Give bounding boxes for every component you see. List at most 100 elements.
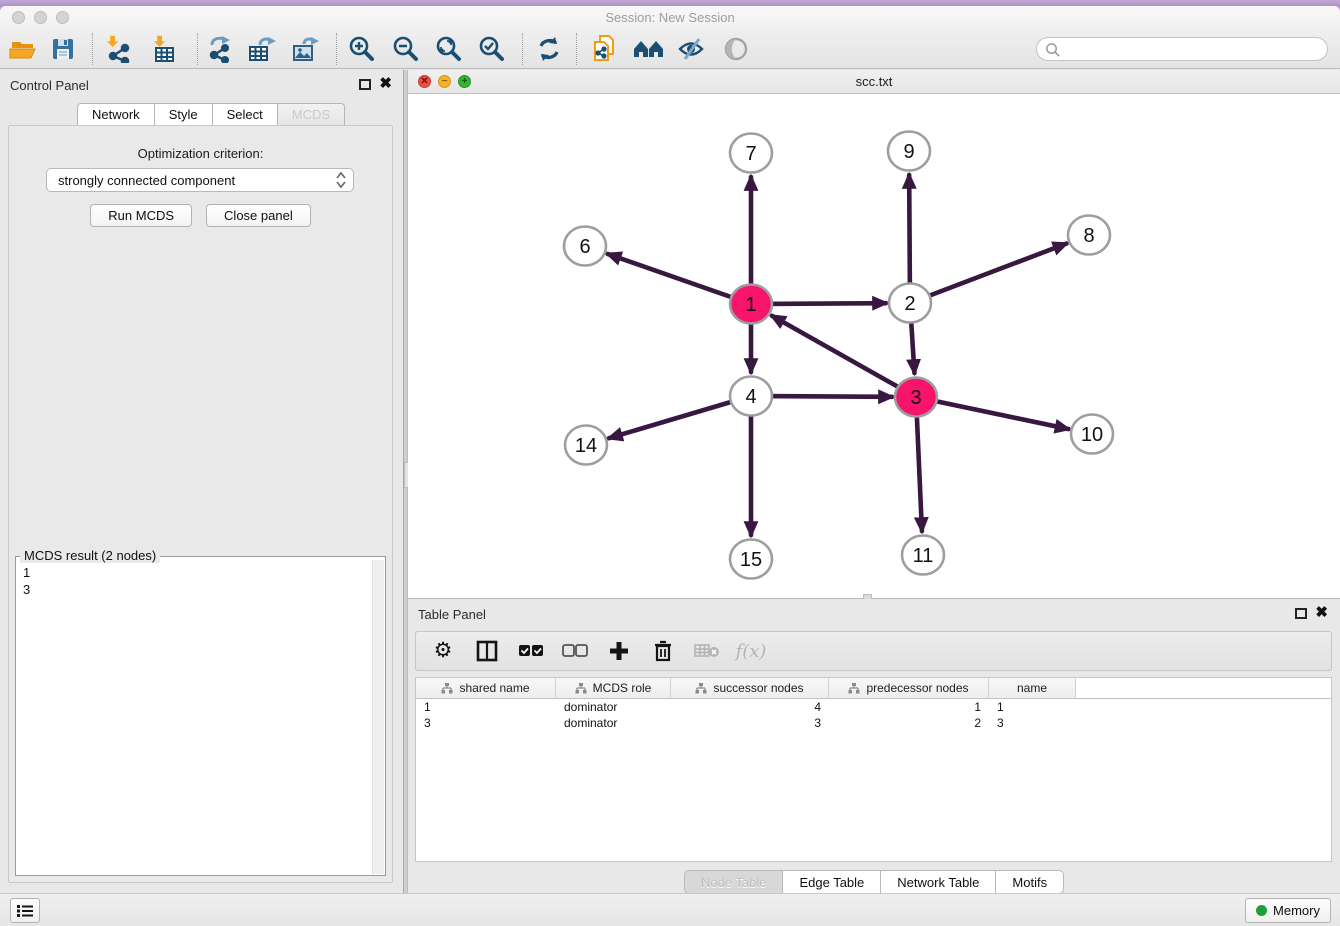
zoom-selected-icon	[478, 35, 506, 63]
memory-label: Memory	[1273, 903, 1320, 918]
table-cell[interactable]: dominator	[556, 699, 671, 715]
function-builder-button[interactable]: f(x)	[736, 636, 766, 666]
criterion-select[interactable]: strongly connected component	[46, 168, 354, 192]
hide-selected-button[interactable]	[673, 33, 711, 65]
zoom-out-button[interactable]	[387, 33, 425, 65]
tab-edge-table[interactable]: Edge Table	[783, 870, 881, 894]
export-table-button[interactable]	[243, 33, 281, 65]
tab-mcds[interactable]: MCDS	[278, 103, 345, 126]
search-input[interactable]	[1065, 39, 1327, 59]
toolbar-separator	[576, 33, 577, 65]
select-all-button[interactable]	[516, 636, 546, 666]
right-column: ✕ − + scc.txt 7968124314101511 Table Pan…	[408, 70, 1340, 899]
column-header-0[interactable]: shared name	[416, 678, 556, 698]
copy-network-icon	[591, 34, 619, 64]
graph-edge-1-6[interactable]	[608, 254, 751, 304]
delete-column-button[interactable]	[648, 636, 678, 666]
tab-network-table[interactable]: Network Table	[881, 870, 996, 894]
zoom-fit-icon	[435, 35, 463, 63]
table-toolbar: ⚙	[415, 631, 1332, 671]
export-network-icon	[206, 35, 236, 63]
first-neighbors-button[interactable]	[630, 33, 668, 65]
zoom-in-button[interactable]	[343, 33, 381, 65]
tab-node-table[interactable]: Node Table	[684, 870, 784, 894]
table-cell[interactable]: 3	[671, 715, 829, 731]
zoom-selected-button[interactable]	[473, 33, 511, 65]
criterion-value: strongly connected component	[58, 173, 335, 188]
open-file-button[interactable]	[4, 33, 42, 65]
eye-disabled-icon	[723, 36, 749, 62]
unselect-all-button[interactable]	[560, 636, 590, 666]
export-image-button[interactable]	[287, 33, 325, 65]
toolbar-separator	[92, 33, 93, 65]
table-close-icon[interactable]: ✖	[1315, 606, 1328, 620]
graph-edge-3-10[interactable]	[916, 397, 1069, 429]
import-network-button[interactable]	[100, 33, 138, 65]
refresh-icon	[535, 36, 563, 62]
tab-select[interactable]: Select	[213, 103, 278, 126]
table-cell[interactable]: 1	[829, 699, 989, 715]
network-canvas[interactable]: 7968124314101511	[408, 94, 1340, 599]
mcds-result-text[interactable]: 1 3	[16, 560, 372, 875]
column-header-1[interactable]: MCDS role	[556, 678, 671, 698]
graph-node-label-6: 6	[579, 236, 590, 258]
table-row-1[interactable]: 3dominator323	[416, 715, 1331, 731]
network-graph[interactable]: 7968124314101511	[408, 94, 1340, 599]
tab-network[interactable]: Network	[77, 103, 155, 126]
graph-edge-3-1[interactable]	[772, 316, 916, 397]
column-header-3[interactable]: predecessor nodes	[829, 678, 989, 698]
unselect-all-icon	[562, 644, 588, 658]
tab-motifs[interactable]: Motifs	[996, 870, 1064, 894]
table-cell[interactable]: 1	[989, 699, 1076, 715]
table-panel-title: Table Panel	[418, 607, 486, 622]
table-float-icon[interactable]	[1295, 608, 1307, 619]
graph-node-label-8: 8	[1083, 225, 1094, 247]
zoom-fit-button[interactable]	[430, 33, 468, 65]
node-table[interactable]: shared name MCDS role successor nodesprede…	[415, 677, 1332, 862]
refresh-button[interactable]	[530, 33, 568, 65]
close-panel-icon[interactable]: ✖	[379, 77, 392, 91]
export-image-icon	[290, 35, 322, 63]
table-cell[interactable]: 2	[829, 715, 989, 731]
control-panel-title: Control Panel	[10, 78, 89, 93]
column-header-2[interactable]: successor nodes	[671, 678, 829, 698]
add-column-button[interactable]	[604, 636, 634, 666]
float-panel-icon[interactable]	[359, 79, 371, 90]
toolbar-separator	[197, 33, 198, 65]
export-table-icon	[246, 35, 278, 63]
export-network-button[interactable]	[202, 33, 240, 65]
mcds-result-scrollbar[interactable]	[372, 560, 384, 874]
table-settings-button[interactable]: ⚙	[428, 636, 458, 666]
run-mcds-button[interactable]: Run MCDS	[90, 204, 192, 227]
graph-node-label-14: 14	[575, 435, 597, 457]
graph-edge-2-8[interactable]	[910, 244, 1067, 303]
delete-table-button[interactable]	[692, 636, 722, 666]
session-window: Session: New Session	[0, 6, 1340, 926]
tab-style[interactable]: Style	[155, 103, 213, 126]
select-all-icon	[518, 644, 544, 658]
table-cell[interactable]: 3	[416, 715, 556, 731]
copy-network-button[interactable]	[586, 33, 624, 65]
save-icon	[51, 37, 75, 61]
column-type-icon	[848, 683, 860, 694]
import-table-button[interactable]	[145, 33, 183, 65]
close-panel-button[interactable]: Close panel	[206, 204, 311, 227]
graph-node-label-10: 10	[1081, 424, 1103, 446]
table-cell[interactable]: 1	[416, 699, 556, 715]
task-history-button[interactable]	[10, 898, 40, 923]
show-all-button[interactable]	[717, 33, 755, 65]
toolbar-separator	[522, 33, 523, 65]
search-box[interactable]	[1036, 37, 1328, 61]
column-header-4[interactable]: name	[989, 678, 1076, 698]
main-area: Control Panel ✖ Network Style Select MCD…	[0, 70, 1340, 899]
table-cell[interactable]: 4	[671, 699, 829, 715]
memory-button[interactable]: Memory	[1245, 898, 1331, 923]
show-columns-button[interactable]	[472, 636, 502, 666]
table-cell[interactable]: 3	[989, 715, 1076, 731]
table-row-0[interactable]: 1dominator411	[416, 699, 1331, 715]
save-session-button[interactable]	[44, 33, 82, 65]
window-title: Session: New Session	[0, 10, 1340, 25]
column-header-label: MCDS role	[593, 681, 652, 695]
list-icon	[16, 904, 34, 918]
table-cell[interactable]: dominator	[556, 715, 671, 731]
